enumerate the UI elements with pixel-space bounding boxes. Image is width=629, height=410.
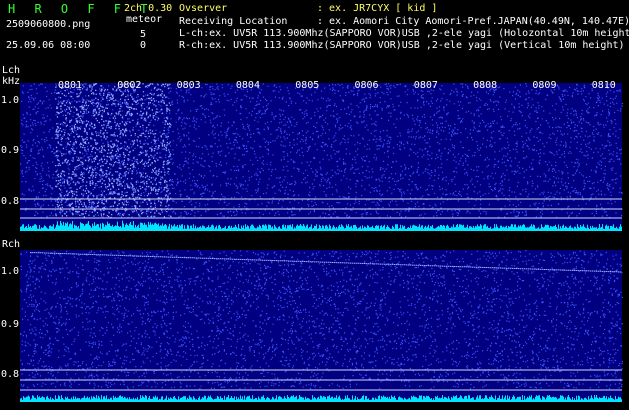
time-tick-label: 0801 — [58, 80, 83, 91]
rch-spectrogram — [20, 250, 624, 402]
time-tick-label: 0807 — [413, 80, 438, 91]
time-tick-label: 0802 — [117, 80, 142, 91]
time-tick-label: 0806 — [354, 80, 379, 91]
rch-ytick-3: 0.8 — [1, 369, 20, 380]
rch-ytick-1: 1.0 — [1, 266, 20, 277]
lch-ytick-1: 1.0 — [1, 95, 20, 106]
lch-ytick-3: 0.8 — [1, 196, 20, 207]
spectrogram-canvas — [20, 83, 624, 402]
lch-spectrogram — [20, 83, 624, 231]
time-tick-label: 0804 — [235, 80, 260, 91]
time-tick-label: 0810 — [591, 80, 616, 91]
time-tick-label: 0808 — [473, 80, 498, 91]
time-tick-label: 0803 — [176, 80, 201, 91]
lch-ytick-2: 0.9 — [1, 145, 20, 156]
rch-ytick-2: 0.9 — [1, 319, 20, 330]
time-tick-label: 0805 — [295, 80, 320, 91]
time-tick-label: 0809 — [532, 80, 557, 91]
